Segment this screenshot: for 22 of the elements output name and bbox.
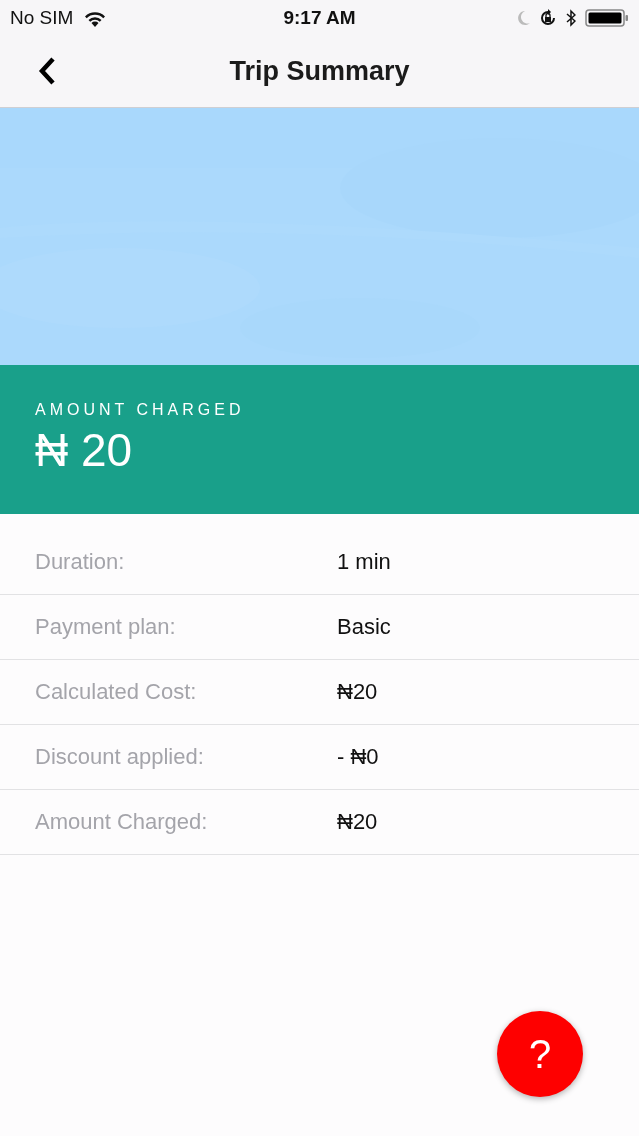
amount-label: AMOUNT CHARGED (35, 401, 245, 419)
carrier-name: No SIM (10, 7, 74, 29)
row-label: Calculated Cost: (34, 679, 198, 705)
row-value: - ₦0 (337, 744, 379, 770)
row-label: Amount Charged: (34, 809, 209, 835)
wifi-icon (83, 9, 108, 27)
amount-value: ₦ 20 (35, 423, 133, 477)
back-icon[interactable] (37, 56, 57, 86)
row-value: Basic (337, 614, 391, 640)
help-button[interactable]: ? (497, 1011, 583, 1097)
screen-title: Trip Summary (229, 56, 410, 87)
row-value: ₦20 (337, 679, 378, 705)
battery-icon (585, 8, 629, 28)
bluetooth-icon (566, 9, 576, 27)
row-label: Payment plan: (34, 614, 177, 640)
status-time: 9:17 AM (283, 7, 356, 29)
row-label: Duration: (34, 549, 126, 575)
moon-icon (516, 10, 530, 26)
row-label: Discount applied: (34, 744, 205, 770)
row-value: ₦20 (337, 809, 378, 835)
rotation-lock-icon (539, 9, 557, 27)
row-value: 1 min (337, 549, 391, 575)
